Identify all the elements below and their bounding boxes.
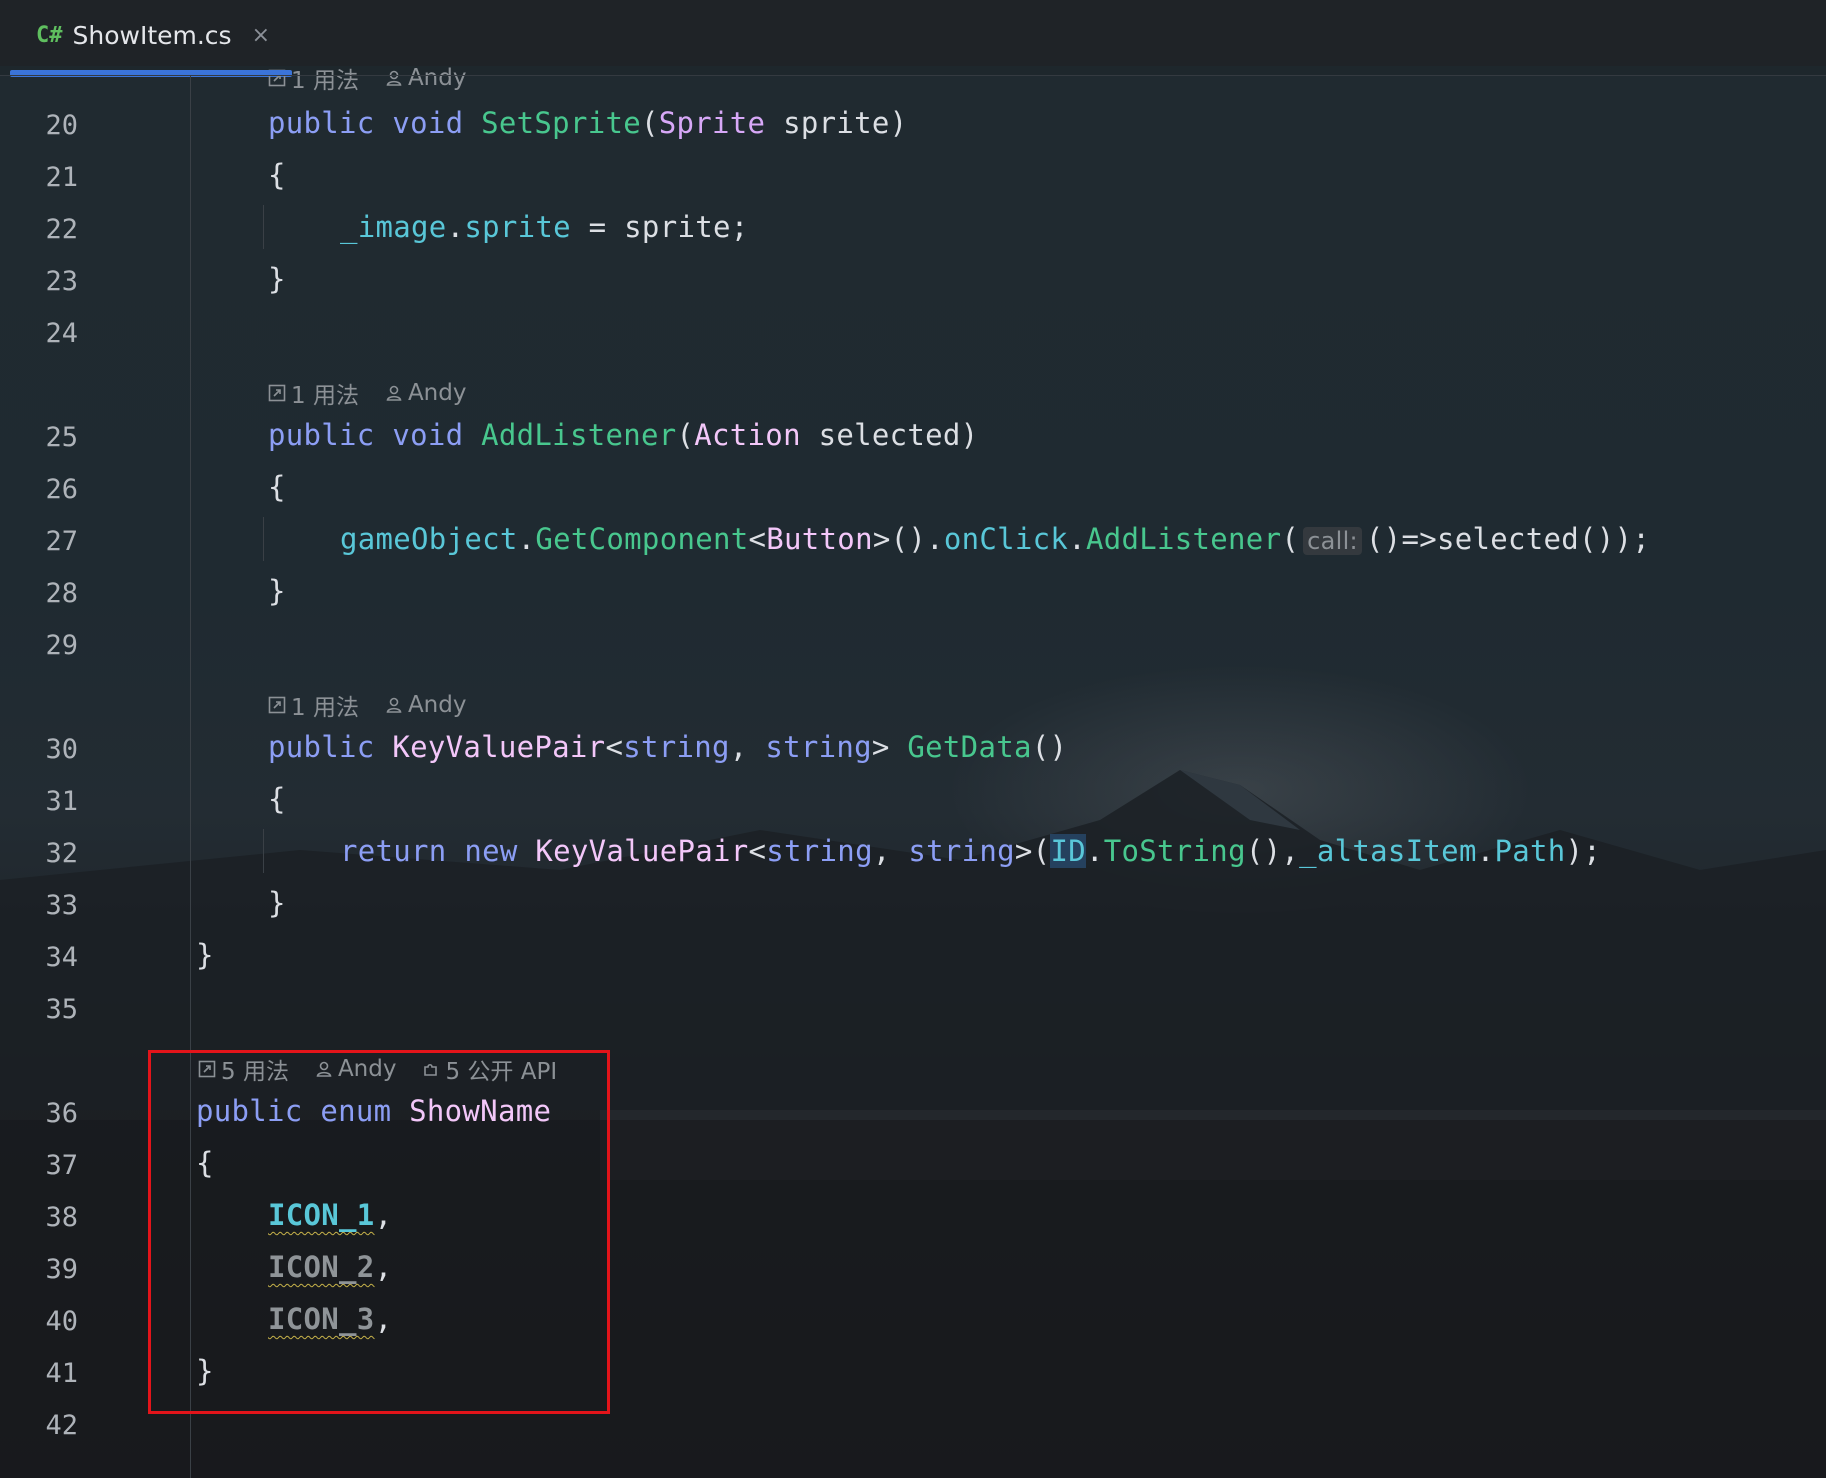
usages-hint[interactable]: 1 用法	[268, 688, 359, 722]
line-number[interactable]: 38	[0, 1202, 78, 1233]
parameter-hint: call:	[1303, 527, 1362, 555]
line-number[interactable]: 37	[0, 1150, 78, 1181]
tab-label: ShowItem.cs	[72, 20, 232, 50]
line-number[interactable]: 35	[0, 994, 78, 1025]
code-line-26[interactable]: {	[268, 470, 286, 504]
indent-guide	[263, 829, 264, 873]
code-line-31[interactable]: {	[268, 782, 286, 816]
usages-icon	[268, 384, 286, 402]
editor-window: C# ShowItem.cs × 20 21 22 23 24 25 26 27…	[0, 0, 1826, 1478]
line-number[interactable]: 20	[0, 110, 78, 141]
line-number[interactable]: 36	[0, 1098, 78, 1129]
line-number[interactable]: 21	[0, 162, 78, 193]
code-line-20[interactable]: public void SetSprite(Sprite sprite)	[268, 106, 907, 140]
usages-icon	[268, 696, 286, 714]
line-number[interactable]: 27	[0, 526, 78, 557]
line-number[interactable]: 34	[0, 942, 78, 973]
code-line-28[interactable]: }	[268, 574, 286, 608]
line-number[interactable]: 42	[0, 1410, 78, 1441]
line-number[interactable]: 39	[0, 1254, 78, 1285]
line-number[interactable]: 24	[0, 318, 78, 349]
code-line-27[interactable]: gameObject.GetComponent<Button>().onClic…	[340, 522, 1650, 556]
line-number[interactable]: 32	[0, 838, 78, 869]
code-line-22[interactable]: _image.sprite = sprite;	[340, 210, 749, 244]
user-icon	[386, 697, 402, 713]
line-number[interactable]: 30	[0, 734, 78, 765]
code-vision-hint: 1 用法 Andy	[268, 376, 466, 410]
line-number[interactable]: 41	[0, 1358, 78, 1389]
author-hint[interactable]: Andy	[385, 380, 466, 406]
code-vision-hint: 1 用法 Andy	[268, 64, 466, 94]
code-line-21[interactable]: {	[268, 158, 286, 192]
line-number[interactable]: 28	[0, 578, 78, 609]
tab-showitem-cs-overlay[interactable]: C# ShowItem.cs ×	[10, 0, 292, 70]
user-icon	[386, 385, 402, 401]
author-hint[interactable]: Andy	[385, 692, 466, 718]
code-line-33[interactable]: }	[268, 886, 286, 920]
line-number[interactable]: 22	[0, 214, 78, 245]
line-number[interactable]: 33	[0, 890, 78, 921]
code-line-23[interactable]: }	[268, 262, 286, 296]
close-tab-icon[interactable]: ×	[252, 23, 270, 48]
line-number[interactable]: 25	[0, 422, 78, 453]
usages-hint[interactable]: 1 用法	[268, 376, 359, 410]
line-number[interactable]: 23	[0, 266, 78, 297]
code-vision-hint: 1 用法 Andy	[268, 688, 466, 722]
code-line-30[interactable]: public KeyValuePair<string, string> GetD…	[268, 730, 1067, 764]
tab-bar-border	[0, 75, 1826, 76]
user-icon	[386, 70, 402, 86]
highlight-box	[148, 1050, 610, 1414]
active-tab-indicator-overlay	[10, 70, 292, 75]
code-line-25[interactable]: public void AddListener(Action selected)	[268, 418, 978, 452]
line-number[interactable]: 29	[0, 630, 78, 661]
highlighted-identifier: ID	[1050, 834, 1086, 868]
csharp-file-icon: C#	[36, 22, 63, 48]
code-line-32[interactable]: return new KeyValuePair<string, string>(…	[340, 834, 1601, 868]
indent-guide	[263, 205, 264, 249]
line-number[interactable]: 31	[0, 786, 78, 817]
author-hint[interactable]: Andy	[385, 65, 466, 91]
indent-guide	[263, 517, 264, 561]
code-line-34[interactable]: }	[196, 938, 214, 972]
line-number[interactable]: 40	[0, 1306, 78, 1337]
line-number[interactable]: 26	[0, 474, 78, 505]
